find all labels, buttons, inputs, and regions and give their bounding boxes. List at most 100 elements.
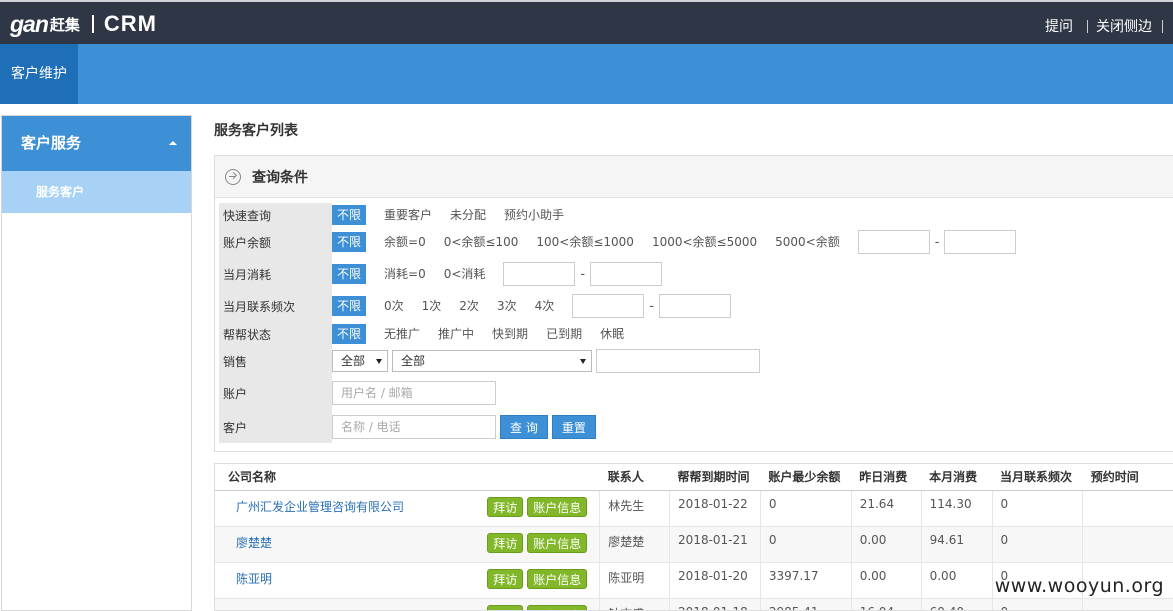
sales-input[interactable] <box>596 349 760 373</box>
dropdown-arrow-icon <box>376 359 382 364</box>
visit-button[interactable]: 拜访 <box>487 604 524 610</box>
month-cell: 114.30 <box>920 489 993 527</box>
link-divider <box>1087 19 1088 33</box>
frequency-min-input[interactable] <box>572 294 645 318</box>
option-any[interactable]: 不限 <box>332 264 367 284</box>
option-balance[interactable]: 1000<余额≤5000 <box>652 232 757 252</box>
option-appointment-helper[interactable]: 预约小助手 <box>504 205 564 225</box>
company-cell: 拜访账户信息 <box>215 597 601 610</box>
min-balance-cell: 0 <box>759 489 852 527</box>
account-info-button[interactable]: 账户信息 <box>527 604 588 610</box>
option-spend[interactable]: 0<消耗 <box>444 264 486 284</box>
table-row: 拜访账户信息 钟志盛 2018-01-18 2985.41 16.04 60.4… <box>215 597 1173 610</box>
option-status[interactable]: 无推广 <box>384 324 420 344</box>
table-row: 广州汇发企业管理咨询有限公司 拜访 账户信息 林先生 2018-01-22 0 2… <box>215 489 1173 527</box>
expire-cell: 2018-01-18 <box>669 597 761 610</box>
arrow-circle-icon <box>225 168 241 185</box>
col-min-balance[interactable]: 账户最少余额 <box>760 464 852 491</box>
col-yesterday[interactable]: 昨日消费 <box>851 464 922 491</box>
contact-cell: 陈亚明 <box>599 561 671 599</box>
sidebar-section-customer-service[interactable]: 客户服务 <box>2 116 191 171</box>
col-company[interactable]: 公司名称 <box>215 464 600 491</box>
expire-cell: 2018-01-20 <box>669 561 761 599</box>
sales-person-select[interactable]: 全部 <box>392 350 592 372</box>
filter-label: 销售 <box>223 354 248 369</box>
select-value: 全部 <box>341 354 366 368</box>
option-frequency[interactable]: 4次 <box>535 296 555 316</box>
option-status[interactable]: 快到期 <box>492 324 528 344</box>
option-any[interactable]: 不限 <box>332 296 367 316</box>
option-balance[interactable]: 100<余额≤1000 <box>536 232 634 252</box>
range-dash: - <box>934 234 940 250</box>
range-dash: - <box>580 266 586 282</box>
table-row: 廖楚楚 拜访 账户信息 廖楚楚 2018-01-21 0 0.00 94.61 0 <box>215 525 1173 563</box>
sidebar: 客户服务 服务客户 <box>1 115 192 611</box>
main-nav: 客户维护 <box>0 44 1173 104</box>
sales-group-select[interactable]: 全部 <box>332 350 388 372</box>
option-any[interactable]: 不限 <box>332 324 367 344</box>
option-any[interactable]: 不限 <box>332 232 367 252</box>
query-panel-header: 查询条件 <box>215 156 1173 198</box>
reset-button[interactable]: 重置 <box>551 415 596 439</box>
range-dash: - <box>649 298 654 314</box>
expire-cell: 2018-01-21 <box>669 525 761 563</box>
customer-input[interactable]: 名称 / 电话 <box>332 415 496 439</box>
watermark: www.wooyun.org <box>994 575 1164 597</box>
option-balance[interactable]: 0<余额≤100 <box>444 232 519 252</box>
col-expire[interactable]: 帮帮到期时间 <box>669 464 761 491</box>
filter-row-bangbang-status: 帮帮状态 不限 无推广 推广中 快到期 已到期 休眠 <box>215 322 1173 346</box>
visit-button[interactable]: 拜访 <box>487 496 524 517</box>
filter-row-sales: 销售 全部 全部 <box>215 349 1173 373</box>
sidebar-section-label: 客户服务 <box>21 134 82 152</box>
balance-min-input[interactable] <box>857 230 930 254</box>
col-month[interactable]: 本月消费 <box>921 464 993 491</box>
company-cell: 廖楚楚 拜访 账户信息 <box>215 525 601 563</box>
option-status[interactable]: 已到期 <box>546 324 582 344</box>
logo-cn: 赶集 <box>49 15 80 34</box>
option-status[interactable]: 推广中 <box>438 324 474 344</box>
col-frequency[interactable]: 当月联系频次 <box>992 464 1083 491</box>
option-unassigned[interactable]: 未分配 <box>450 205 486 225</box>
frequency-cell: 0 <box>991 489 1084 527</box>
expire-cell: 2018-01-22 <box>669 489 761 527</box>
option-status[interactable]: 休眠 <box>600 324 624 344</box>
option-frequency[interactable]: 3次 <box>497 296 517 316</box>
visit-button[interactable]: 拜访 <box>487 568 524 589</box>
visit-button[interactable]: 拜访 <box>487 532 524 553</box>
col-appointment[interactable]: 预约时间 <box>1082 464 1173 491</box>
filter-label: 当月消耗 <box>223 267 272 282</box>
col-contact[interactable]: 联系人 <box>599 464 670 491</box>
logo[interactable]: gan 赶集 CRM <box>10 9 157 39</box>
option-spend[interactable]: 消耗=0 <box>384 264 426 284</box>
spend-max-input[interactable] <box>590 262 663 286</box>
option-important[interactable]: 重要客户 <box>384 205 432 225</box>
option-balance[interactable]: 余额=0 <box>384 232 426 252</box>
option-balance[interactable]: 5000<余额 <box>775 232 840 252</box>
option-frequency[interactable]: 0次 <box>384 296 404 316</box>
search-button[interactable]: 查 询 <box>500 415 548 439</box>
account-info-button[interactable]: 账户信息 <box>527 532 588 553</box>
option-frequency[interactable]: 2次 <box>459 296 479 316</box>
tab-customer-maintenance[interactable]: 客户维护 <box>0 44 78 104</box>
company-link[interactable]: 陈亚明 <box>236 570 272 587</box>
option-any[interactable]: 不限 <box>332 205 367 225</box>
spend-min-input[interactable] <box>503 262 576 286</box>
frequency-max-input[interactable] <box>658 294 731 318</box>
company-link[interactable]: 广州汇发企业管理咨询有限公司 <box>236 498 404 515</box>
filter-label: 当月联系频次 <box>223 299 296 314</box>
ask-link[interactable]: 提问 <box>1045 16 1073 36</box>
sidebar-item-service-customers[interactable]: 服务客户 <box>2 171 191 213</box>
frequency-cell: 0 <box>991 525 1084 563</box>
option-frequency[interactable]: 1次 <box>422 296 442 316</box>
account-info-button[interactable]: 账户信息 <box>527 568 588 589</box>
contact-cell: 林先生 <box>599 489 671 527</box>
yesterday-cell: 0.00 <box>850 525 922 563</box>
yesterday-cell: 0.00 <box>850 561 922 599</box>
company-link[interactable]: 廖楚楚 <box>236 534 272 551</box>
min-balance-cell: 3397.17 <box>759 561 852 599</box>
account-input[interactable]: 用户名 / 邮箱 <box>332 381 496 405</box>
balance-max-input[interactable] <box>944 230 1017 254</box>
close-sidebar-link[interactable]: 关闭侧边 <box>1096 16 1152 36</box>
appointment-cell <box>1082 597 1173 610</box>
account-info-button[interactable]: 账户信息 <box>527 496 588 517</box>
